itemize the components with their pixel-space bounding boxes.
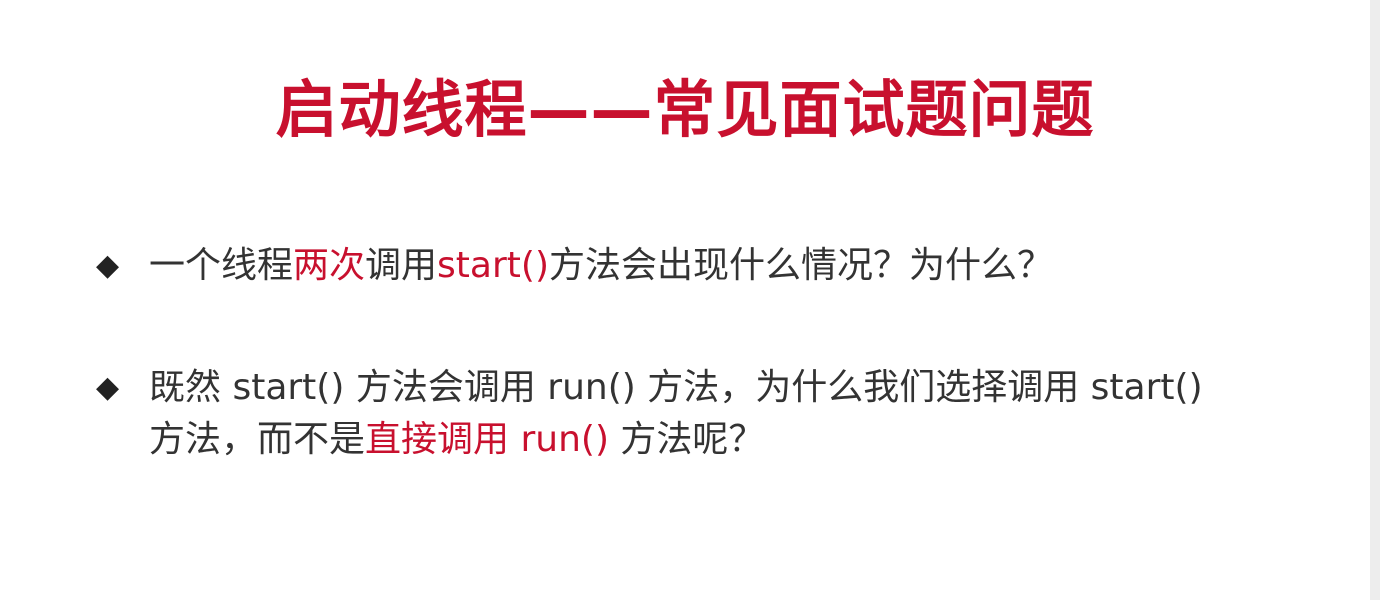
slide: 启动线程——常见面试题问题 ◆ 一个线程两次调用start()方法会出现什么情况… bbox=[0, 0, 1380, 600]
question-1-highlight-1: 两次 bbox=[293, 245, 366, 286]
question-1-text: 一个线程两次调用start()方法会出现什么情况？为什么？ bbox=[149, 240, 1229, 292]
diamond-bullet-icon: ◆ bbox=[96, 248, 120, 283]
question-2-highlight-1: 直接调用 run() bbox=[365, 419, 609, 460]
slide-title: 启动线程——常见面试题问题 bbox=[275, 73, 1095, 146]
question-1-part-1: 一个线程 bbox=[149, 245, 294, 286]
question-2-text: 既然 start() 方法会调用 run() 方法，为什么我们选择调用 star… bbox=[149, 362, 1229, 466]
question-1-part-3: 方法会出现什么情况？为什么？ bbox=[548, 245, 1053, 286]
question-2: ◆ 既然 start() 方法会调用 run() 方法，为什么我们选择调用 st… bbox=[96, 362, 1229, 466]
question-1: ◆ 一个线程两次调用start()方法会出现什么情况？为什么？ bbox=[96, 240, 1229, 292]
question-2-part-2: 方法呢？ bbox=[608, 419, 765, 460]
diamond-bullet-icon: ◆ bbox=[96, 370, 120, 405]
question-1-highlight-2: start() bbox=[437, 245, 549, 286]
question-1-part-2: 调用 bbox=[365, 245, 438, 286]
